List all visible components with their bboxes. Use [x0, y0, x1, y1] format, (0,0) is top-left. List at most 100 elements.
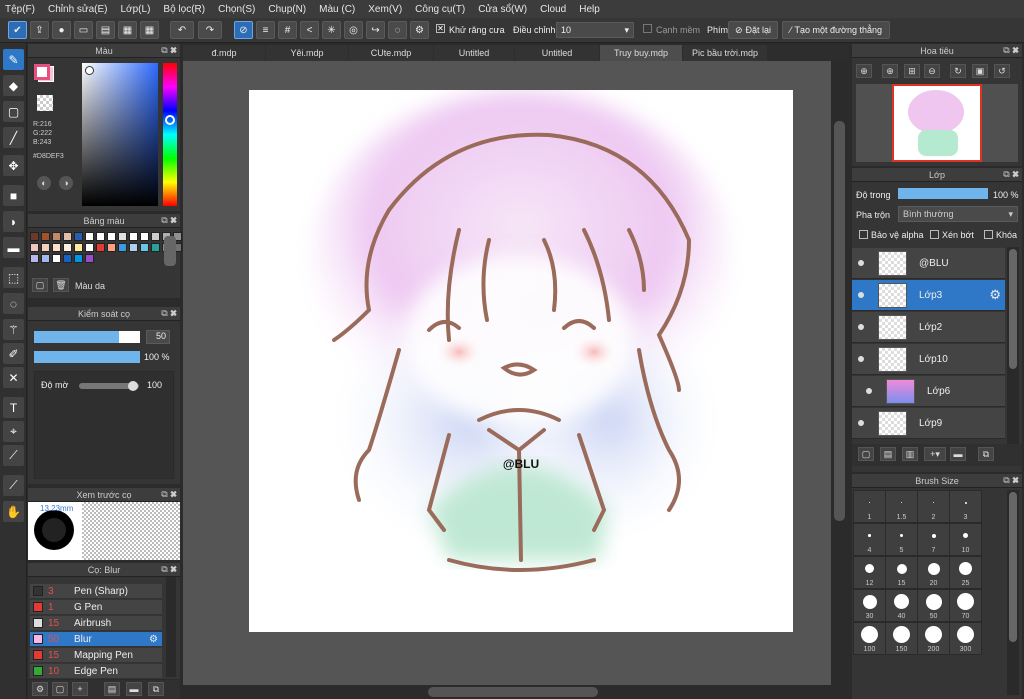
visibility-eye-icon[interactable] — [858, 324, 864, 330]
palette-wheel-icon[interactable]: ◐ — [37, 176, 51, 190]
gradient-tool-icon[interactable]: ▬ — [3, 237, 24, 258]
vertical-scroll-thumb[interactable] — [834, 121, 845, 521]
palette-swatch[interactable] — [52, 254, 61, 263]
palette-swatch[interactable] — [30, 232, 39, 241]
divide-tool-icon[interactable]: ⌖ — [3, 421, 24, 442]
export-icon[interactable]: ⇪ — [30, 21, 49, 39]
menu-item[interactable]: Cloud — [540, 4, 566, 15]
document-tab[interactable]: Untitled — [434, 45, 514, 61]
snap-off-icon[interactable]: ⊘ — [234, 21, 253, 39]
horizontal-scrollbar[interactable] — [183, 685, 831, 699]
snap-icon[interactable]: ✔ — [8, 21, 27, 39]
palette-swatch[interactable] — [74, 243, 83, 252]
antialias-checkbox[interactable]: ✕ — [436, 24, 445, 33]
palette-swatch[interactable] — [30, 254, 39, 263]
palette-swatch[interactable] — [41, 254, 50, 263]
zoom-in-icon[interactable]: ⊕ — [882, 64, 898, 78]
brush-size-scrollbar[interactable] — [1007, 490, 1019, 695]
add-layer-icon[interactable]: +▾ — [924, 447, 946, 461]
new-palette-icon[interactable]: ▢ — [32, 278, 48, 292]
doc-icon[interactable]: ▤ — [96, 21, 115, 39]
palette-swatch[interactable] — [96, 232, 105, 241]
menu-item[interactable]: Cửa sổ(W) — [478, 4, 527, 15]
size-input[interactable]: 50 — [146, 330, 170, 344]
layout-icon[interactable]: ▦ — [140, 21, 159, 39]
visibility-eye-icon[interactable] — [858, 356, 864, 362]
palette-swatch[interactable] — [129, 232, 138, 241]
brush-size-preset[interactable]: 200 — [917, 622, 950, 655]
shape-tool-icon[interactable]: ■ — [3, 185, 24, 206]
straight-line-button[interactable]: ⁄ Tạo một đường thẳng — [782, 21, 890, 39]
document-tab[interactable]: Untitled — [515, 45, 599, 61]
palette-swatch[interactable] — [140, 243, 149, 252]
visibility-eye-icon[interactable] — [858, 292, 864, 298]
menu-item[interactable]: Tệp(F) — [5, 4, 35, 15]
move-tool-icon[interactable]: ✥ — [3, 155, 24, 176]
panel-controls-icon[interactable]: ⧉ ✖ — [1003, 45, 1019, 56]
message-icon[interactable]: ▭ — [74, 21, 93, 39]
panel-controls-icon[interactable]: ⧉ ✖ — [161, 45, 177, 56]
palette-swatch[interactable] — [140, 232, 149, 241]
hardness-slider[interactable] — [79, 381, 139, 391]
new-layer-icon[interactable]: ▢ — [858, 447, 874, 461]
select-pen-icon[interactable]: ✐ — [3, 343, 24, 364]
duplicate-icon[interactable]: ⧉ — [978, 447, 994, 461]
menu-item[interactable]: Xem(V) — [368, 4, 402, 15]
brush-size-preset[interactable]: 7 — [917, 523, 950, 556]
add-brush-icon[interactable]: + — [72, 682, 88, 696]
palette-swatch[interactable] — [41, 243, 50, 252]
panel-controls-icon[interactable]: ⧉ ✖ — [161, 215, 177, 226]
undo-icon[interactable]: ↶ — [170, 21, 194, 39]
color-picker-icon[interactable]: ◑ — [59, 176, 73, 190]
palette-swatch[interactable] — [107, 243, 116, 252]
lock-checkbox[interactable] — [984, 230, 993, 239]
redo-icon[interactable]: ↷ — [198, 21, 222, 39]
soft-edge-checkbox[interactable] — [643, 24, 652, 33]
protect-alpha-checkbox[interactable] — [859, 230, 868, 239]
eyedropper-tool-icon[interactable]: ⟋ — [3, 445, 24, 466]
brush-size-preset[interactable]: 5 — [885, 523, 918, 556]
fit-icon[interactable]: ⊞ — [904, 64, 920, 78]
rotate-icon[interactable]: ↻ — [950, 64, 966, 78]
brush-size-preset[interactable]: 1.5 — [885, 490, 918, 523]
hardness-knob[interactable] — [128, 381, 138, 391]
folder-icon[interactable]: ▬ — [950, 447, 966, 461]
select-tool-icon[interactable]: ⬚ — [3, 267, 24, 288]
hue-cursor[interactable] — [165, 115, 175, 125]
transparent-swatch[interactable] — [37, 95, 53, 111]
palette-swatch[interactable] — [151, 243, 160, 252]
palette-swatch[interactable] — [85, 232, 94, 241]
palette-swatch[interactable] — [41, 232, 50, 241]
clipping-checkbox[interactable] — [930, 230, 939, 239]
menu-item[interactable]: Công cụ(T) — [415, 4, 465, 15]
brush-settings-icon[interactable]: ⚙ — [32, 682, 48, 696]
brush-size-preset[interactable]: 10 — [949, 523, 982, 556]
saturation-value-picker[interactable] — [82, 63, 158, 206]
palette-swatch[interactable] — [52, 243, 61, 252]
magic-wand-icon[interactable]: ⚚ — [3, 319, 24, 340]
palette-swatch[interactable] — [151, 232, 160, 241]
brush-size-preset[interactable]: 300 — [949, 622, 982, 655]
palette-swatch[interactable] — [74, 232, 83, 241]
brush-tool-icon[interactable]: ✎ — [3, 49, 24, 70]
foreground-color-swatch[interactable] — [34, 64, 50, 80]
menu-item[interactable]: Chọn(S) — [218, 4, 255, 15]
panel-controls-icon[interactable]: ⧉ ✖ — [161, 564, 177, 575]
brush-item[interactable]: 15 Mapping Pen — [30, 648, 162, 663]
visibility-eye-icon[interactable] — [858, 420, 864, 426]
zoom-out-icon[interactable]: ⊖ — [924, 64, 940, 78]
copy-brush-icon[interactable]: ▤ — [104, 682, 120, 696]
hand-tool-icon[interactable]: ✋ — [3, 501, 24, 522]
brush-item[interactable]: 10 Edge Pen — [30, 664, 162, 679]
brush-size-preset[interactable]: 3 — [949, 490, 982, 523]
visibility-eye-icon[interactable] — [866, 388, 872, 394]
layer-opacity-slider[interactable] — [898, 188, 988, 199]
menu-item[interactable]: Lớp(L) — [121, 4, 151, 15]
palette-swatch[interactable] — [52, 232, 61, 241]
brush-size-preset[interactable]: 4 — [853, 523, 886, 556]
layer-scrollbar[interactable] — [1007, 247, 1019, 447]
curve-snap-icon[interactable]: ↪ — [366, 21, 385, 39]
viewport-rect[interactable] — [892, 84, 982, 162]
brush-size-preset[interactable]: 15 — [885, 556, 918, 589]
parallel-snap-icon[interactable]: ≡ — [256, 21, 275, 39]
